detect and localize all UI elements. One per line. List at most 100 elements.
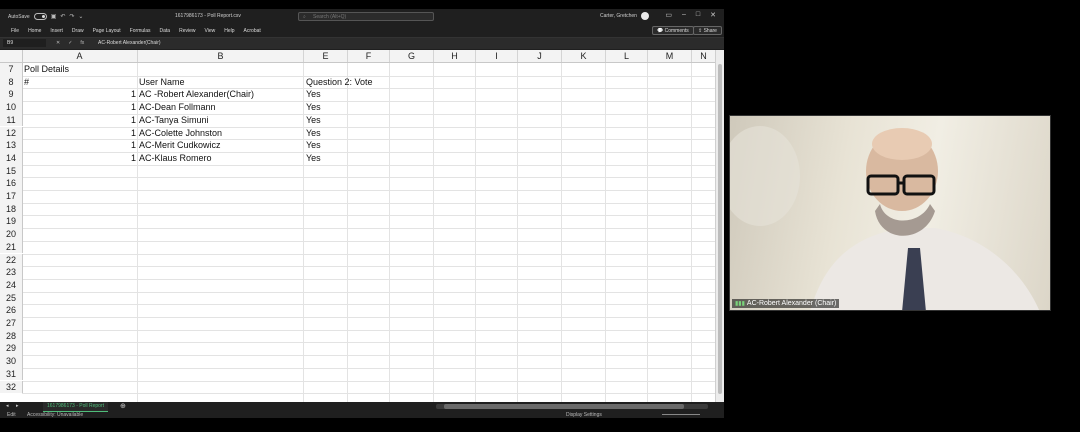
- record-vote-cell[interactable]: Yes: [306, 101, 321, 114]
- search-box[interactable]: ⌕ Search (Alt+Q): [298, 12, 434, 21]
- share-button[interactable]: ⇪ Share: [693, 26, 722, 35]
- header-user-cell[interactable]: User Name: [139, 76, 185, 89]
- comments-button[interactable]: 💬 Comments: [652, 26, 694, 35]
- row-header-9[interactable]: 9: [0, 88, 23, 102]
- document-title[interactable]: 1617986173 - Poll Report.csv: [175, 13, 241, 19]
- header-vote-cell[interactable]: Question 2: Vote: [306, 76, 373, 89]
- column-header-n[interactable]: N: [692, 50, 716, 62]
- next-sheet-icon[interactable]: ▸: [16, 403, 19, 409]
- horizontal-scrollbar[interactable]: [436, 404, 708, 409]
- function-icon[interactable]: fx: [80, 39, 84, 47]
- row-header-26[interactable]: 26: [0, 304, 23, 317]
- column-header-f[interactable]: F: [348, 50, 390, 62]
- record-vote-cell[interactable]: Yes: [306, 114, 321, 127]
- column-header-b[interactable]: B: [138, 50, 304, 62]
- column-header-i[interactable]: I: [476, 50, 518, 62]
- cancel-icon[interactable]: ✕: [56, 39, 60, 47]
- record-num-cell[interactable]: 1: [126, 152, 136, 165]
- enter-icon[interactable]: ✓: [68, 39, 72, 47]
- zoom-slider[interactable]: [662, 414, 700, 415]
- row-header-22[interactable]: 22: [0, 253, 23, 267]
- sheet-tab[interactable]: 1617986173 - Poll Report: [43, 402, 108, 412]
- record-vote-cell[interactable]: Yes: [306, 152, 321, 165]
- row-header-14[interactable]: 14: [0, 151, 23, 165]
- tab-data[interactable]: Data: [160, 28, 171, 34]
- row-header-19[interactable]: 19: [0, 215, 23, 229]
- column-header-g[interactable]: G: [390, 50, 434, 62]
- display-settings[interactable]: Display Settings: [566, 412, 602, 418]
- row-header-25[interactable]: 25: [0, 291, 23, 305]
- autosave-toggle[interactable]: [33, 13, 47, 20]
- row-header-32[interactable]: 32: [0, 380, 23, 394]
- row-header-16[interactable]: 16: [0, 177, 23, 190]
- undo-icon[interactable]: ↶: [60, 13, 65, 20]
- hscroll-thumb[interactable]: [444, 404, 684, 409]
- row-header-7[interactable]: 7: [0, 63, 23, 76]
- tab-page-layout[interactable]: Page Layout: [93, 28, 121, 34]
- column-header-m[interactable]: M: [648, 50, 692, 62]
- record-num-cell[interactable]: 1: [126, 88, 136, 101]
- redo-icon[interactable]: ↷: [69, 13, 74, 20]
- record-user-cell[interactable]: AC-Colette Johnston: [139, 127, 222, 140]
- close-icon[interactable]: ✕: [710, 11, 716, 19]
- row-header-28[interactable]: 28: [0, 329, 23, 343]
- row-header-12[interactable]: 12: [0, 126, 23, 140]
- scroll-thumb[interactable]: [718, 64, 722, 394]
- user-name[interactable]: Carter, Gretchen: [600, 13, 637, 19]
- column-header-j[interactable]: J: [518, 50, 562, 62]
- tab-insert[interactable]: Insert: [50, 28, 63, 34]
- row-header-31[interactable]: 31: [0, 367, 23, 381]
- record-user-cell[interactable]: AC-Klaus Romero: [139, 152, 212, 165]
- column-header-l[interactable]: L: [606, 50, 648, 62]
- row-header-8[interactable]: 8: [0, 75, 23, 89]
- header-num-cell[interactable]: #: [24, 76, 29, 89]
- record-num-cell[interactable]: 1: [126, 114, 136, 127]
- tab-help[interactable]: Help: [224, 28, 234, 34]
- save-icon[interactable]: ▣: [51, 13, 57, 20]
- tab-draw[interactable]: Draw: [72, 28, 84, 34]
- record-user-cell[interactable]: AC-Merit Cudkowicz: [139, 139, 221, 152]
- row-header-27[interactable]: 27: [0, 317, 23, 330]
- tab-formulas[interactable]: Formulas: [130, 28, 151, 34]
- row-header-20[interactable]: 20: [0, 228, 23, 241]
- record-vote-cell[interactable]: Yes: [306, 139, 321, 152]
- row-header-15[interactable]: 15: [0, 164, 23, 178]
- ribbon-display-icon[interactable]: ▭: [665, 11, 672, 19]
- column-header-k[interactable]: K: [562, 50, 606, 62]
- record-num-cell[interactable]: 1: [126, 101, 136, 114]
- row-header-24[interactable]: 24: [0, 278, 23, 292]
- maximize-icon[interactable]: □: [696, 11, 700, 19]
- avatar[interactable]: [641, 12, 649, 20]
- tab-review[interactable]: Review: [179, 28, 195, 34]
- select-all-corner[interactable]: [0, 50, 23, 62]
- column-header-h[interactable]: H: [434, 50, 476, 62]
- accessibility-status[interactable]: Accessibility: Unavailable: [27, 412, 83, 418]
- record-vote-cell[interactable]: Yes: [306, 127, 321, 140]
- column-header-e[interactable]: E: [304, 50, 348, 62]
- record-vote-cell[interactable]: Yes: [306, 88, 321, 101]
- spreadsheet-grid[interactable]: ABEFGHIJKLMN 7 8 9 10 11 12 13 14 15 16 17 18 19 20 21…: [0, 50, 724, 402]
- prev-sheet-icon[interactable]: ◂: [6, 403, 9, 409]
- record-user-cell[interactable]: AC -Robert Alexander(Chair): [139, 88, 254, 101]
- record-num-cell[interactable]: 1: [126, 139, 136, 152]
- vertical-scrollbar[interactable]: [715, 50, 724, 402]
- add-sheet-icon[interactable]: ⊕: [120, 402, 126, 410]
- name-box[interactable]: B9: [3, 39, 46, 47]
- tab-file[interactable]: File: [11, 28, 19, 34]
- tab-home[interactable]: Home: [28, 28, 41, 34]
- row-header-21[interactable]: 21: [0, 240, 23, 254]
- row-header-10[interactable]: 10: [0, 101, 23, 114]
- row-header-18[interactable]: 18: [0, 202, 23, 216]
- record-user-cell[interactable]: AC-Tanya Simuni: [139, 114, 209, 127]
- row-header-29[interactable]: 29: [0, 342, 23, 356]
- record-user-cell[interactable]: AC-Dean Follmann: [139, 101, 216, 114]
- record-num-cell[interactable]: 1: [126, 127, 136, 140]
- row-header-30[interactable]: 30: [0, 355, 23, 368]
- row-header-13[interactable]: 13: [0, 139, 23, 152]
- column-header-a[interactable]: A: [22, 50, 138, 62]
- row-header-23[interactable]: 23: [0, 266, 23, 279]
- formula-input[interactable]: AC-Robert Alexander(Chair): [98, 39, 161, 47]
- poll-title-cell[interactable]: Poll Details: [24, 63, 69, 76]
- row-header-17[interactable]: 17: [0, 190, 23, 203]
- tab-acrobat[interactable]: Acrobat: [244, 28, 261, 34]
